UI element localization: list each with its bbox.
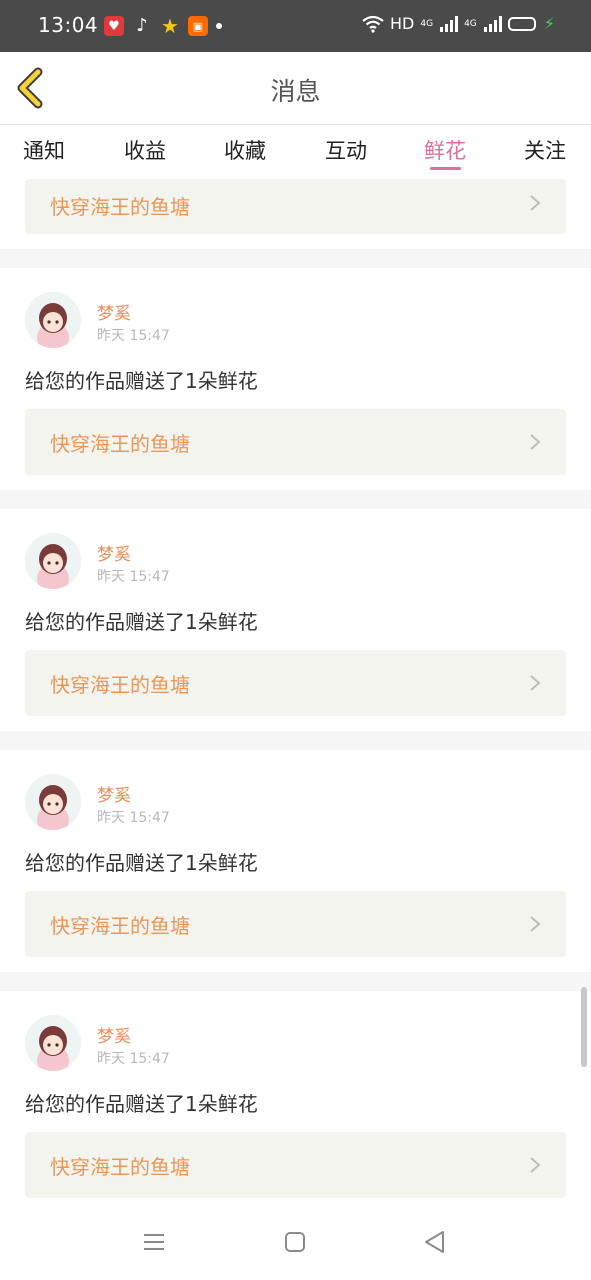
more-notifications-dot	[216, 23, 222, 29]
book-title: 快穿海王的鱼塘	[50, 195, 190, 219]
timestamp: 昨天 15:47	[97, 1051, 170, 1067]
back-nav-button[interactable]	[418, 1225, 452, 1259]
hd-indicator: HD	[390, 14, 415, 33]
charging-icon: ⚡	[543, 14, 555, 33]
username[interactable]: 梦奚	[97, 299, 131, 324]
book-title: 快穿海王的鱼塘	[50, 432, 190, 456]
battery-icon	[507, 16, 536, 31]
menu-icon	[144, 1234, 164, 1250]
book-title: 快穿海王的鱼塘	[50, 1155, 190, 1179]
tab-favorites[interactable]: 收藏	[224, 135, 266, 165]
book-link[interactable]: 快穿海王的鱼塘	[25, 179, 566, 234]
avatar[interactable]	[25, 774, 81, 830]
notification-icons: ♥ ♪ ★ ▣	[104, 16, 222, 36]
network-type-1: 4G	[420, 18, 434, 29]
status-time: 13:04	[38, 13, 99, 37]
avatar-image	[25, 533, 81, 589]
tab-follows[interactable]: 关注	[524, 135, 566, 165]
tab-earnings[interactable]: 收益	[124, 135, 166, 165]
tab-bar: 通知 收益 收藏 互动 鲜花 关注	[0, 125, 591, 179]
chevron-right-icon	[530, 675, 541, 691]
message-card: 梦奚 昨天 15:47 给您的作品赠送了1朵鲜花 快穿海王的鱼塘	[0, 991, 591, 1200]
page-title: 消息	[270, 77, 321, 106]
system-nav-bar	[0, 1200, 591, 1280]
message-card: 梦奚 昨天 15:47 给您的作品赠送了1朵鲜花 快穿海王的鱼塘	[0, 268, 591, 490]
avatar[interactable]	[25, 292, 81, 348]
tiktok-icon: ♪	[136, 15, 148, 36]
avatar[interactable]	[25, 1015, 81, 1071]
system-icons: HD 4G 4G ⚡	[362, 14, 555, 33]
username[interactable]: 梦奚	[97, 1022, 131, 1047]
home-icon	[285, 1232, 305, 1252]
star-icon: ★	[161, 14, 179, 38]
book-link[interactable]: 快穿海王的鱼塘	[25, 891, 566, 957]
home-button[interactable]	[278, 1225, 312, 1259]
tab-notifications[interactable]: 通知	[23, 135, 65, 165]
chevron-right-icon	[530, 916, 541, 932]
avatar-image	[25, 1015, 81, 1071]
timestamp: 昨天 15:47	[97, 810, 170, 826]
active-tab-indicator	[430, 167, 461, 170]
avatar-image	[25, 292, 81, 348]
username[interactable]: 梦奚	[97, 781, 131, 806]
tab-interactions[interactable]: 互动	[325, 135, 367, 165]
heart-app-icon: ♥	[104, 16, 124, 36]
message-text: 给您的作品赠送了1朵鲜花	[25, 369, 258, 393]
chevron-right-icon	[530, 434, 541, 450]
timestamp: 昨天 15:47	[97, 328, 170, 344]
tab-flowers[interactable]: 鲜花	[424, 135, 466, 165]
book-link[interactable]: 快穿海王的鱼塘	[25, 650, 566, 716]
status-bar: 13:04 ♥ ♪ ★ ▣ HD 4G 4G ⚡	[0, 0, 591, 52]
wifi-icon	[362, 15, 384, 33]
menu-button[interactable]	[137, 1225, 171, 1259]
app-icon: ▣	[188, 16, 208, 36]
book-title: 快穿海王的鱼塘	[50, 914, 190, 938]
avatar[interactable]	[25, 533, 81, 589]
message-text: 给您的作品赠送了1朵鲜花	[25, 851, 258, 875]
book-title: 快穿海王的鱼塘	[50, 673, 190, 697]
avatar-image	[25, 774, 81, 830]
signal-icon-2	[483, 15, 502, 32]
network-type-2: 4G	[464, 18, 477, 29]
message-list[interactable]: 快穿海王的鱼塘 梦奚 昨天 15:47 给您的作品赠送了1朵鲜花 快穿海王的鱼塘	[0, 179, 591, 1200]
signal-icon-1	[440, 15, 459, 32]
message-card: 梦奚 昨天 15:47 给您的作品赠送了1朵鲜花 快穿海王的鱼塘	[0, 509, 591, 731]
timestamp: 昨天 15:47	[97, 569, 170, 585]
message-card: 梦奚 昨天 15:47 给您的作品赠送了1朵鲜花 快穿海王的鱼塘	[0, 750, 591, 972]
scrollbar[interactable]	[581, 987, 587, 1067]
message-text: 给您的作品赠送了1朵鲜花	[25, 1092, 258, 1116]
book-link[interactable]: 快穿海王的鱼塘	[25, 1132, 566, 1198]
back-icon	[425, 1231, 444, 1253]
book-link[interactable]: 快穿海王的鱼塘	[25, 409, 566, 475]
chevron-right-icon	[530, 195, 541, 211]
header: 消息	[0, 52, 591, 125]
username[interactable]: 梦奚	[97, 540, 131, 565]
message-card-partial: 快穿海王的鱼塘	[0, 179, 591, 249]
message-text: 给您的作品赠送了1朵鲜花	[25, 610, 258, 634]
chevron-right-icon	[530, 1157, 541, 1173]
